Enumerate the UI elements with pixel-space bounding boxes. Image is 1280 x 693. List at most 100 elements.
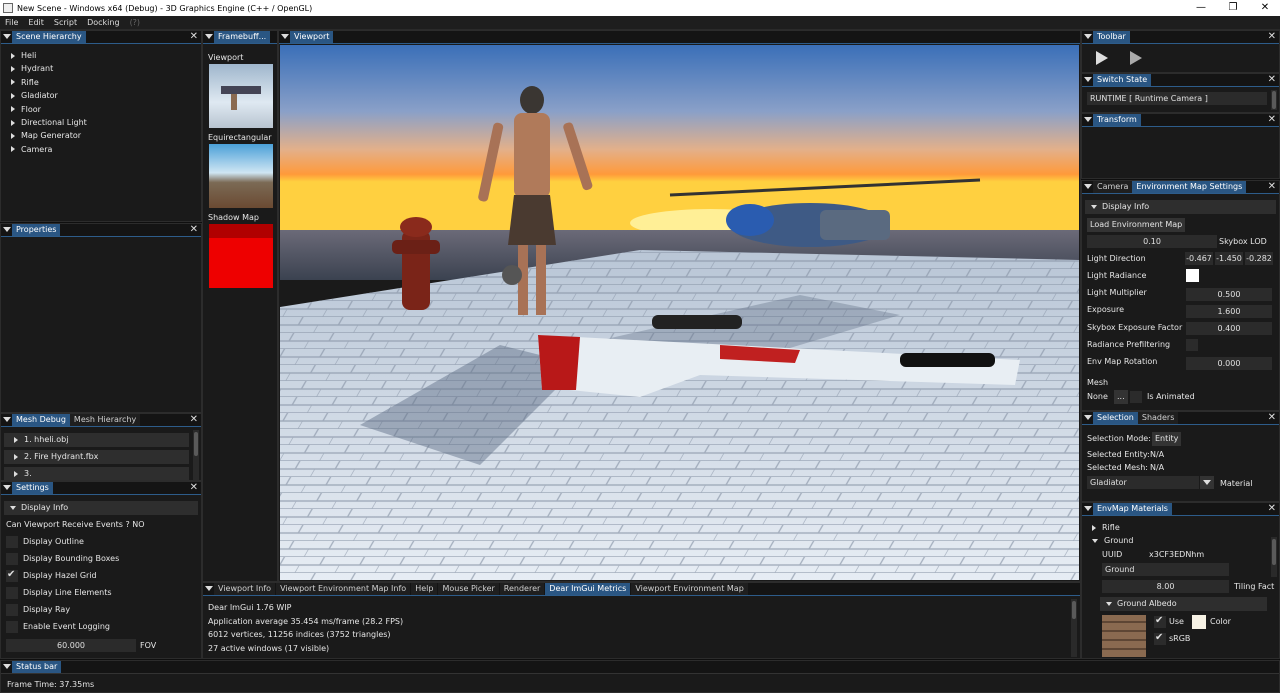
env-map-rotation-input[interactable]: 0.000 xyxy=(1186,357,1272,370)
tab-camera[interactable]: Camera xyxy=(1093,181,1133,193)
window-menu-icon[interactable] xyxy=(1,414,12,426)
scene-item-map-generator[interactable]: Map Generator xyxy=(1,129,201,142)
window-menu-icon[interactable] xyxy=(1082,31,1093,43)
display-outline-checkbox[interactable] xyxy=(6,536,18,548)
scene-item-heli[interactable]: Heli xyxy=(1,49,201,62)
tab-toolbar[interactable]: Toolbar xyxy=(1093,31,1130,43)
mesh-item-2[interactable]: 2. Fire Hydrant.fbx xyxy=(4,450,189,464)
close-icon[interactable]: ✕ xyxy=(1268,181,1276,193)
albedo-color-swatch[interactable] xyxy=(1192,615,1206,629)
tab-env-map-settings[interactable]: Environment Map Settings xyxy=(1132,181,1247,193)
mesh-item-3[interactable]: 3. uploads_files_1980630_F4r3l_Sci_Fi_Ri… xyxy=(4,467,189,480)
tab-dear-imgui-metrics[interactable]: Dear ImGui Metrics xyxy=(545,583,631,595)
display-ray-checkbox[interactable] xyxy=(6,604,18,616)
close-icon[interactable]: ✕ xyxy=(1268,31,1276,43)
scene-item-gladiator[interactable]: Gladiator xyxy=(1,89,201,102)
window-menu-icon[interactable] xyxy=(1,661,12,673)
metrics-scrollbar[interactable] xyxy=(1071,599,1077,657)
tiling-factor-input[interactable]: 8.00 xyxy=(1102,580,1229,593)
tab-transform[interactable]: Transform xyxy=(1093,114,1141,126)
is-animated-checkbox[interactable] xyxy=(1130,391,1142,403)
light-direction-x[interactable]: -0.467 xyxy=(1185,252,1213,265)
scene-item-camera[interactable]: Camera xyxy=(1,143,201,156)
close-icon[interactable]: ✕ xyxy=(1268,412,1276,424)
tab-renderer[interactable]: Renderer xyxy=(499,583,545,595)
runtime-state-select[interactable]: RUNTIME [ Runtime Camera ] xyxy=(1087,92,1267,105)
scene-item-hydrant[interactable]: Hydrant xyxy=(1,62,201,75)
expand-arrow-icon[interactable] xyxy=(11,92,15,99)
tab-envmap-materials[interactable]: EnvMap Materials xyxy=(1093,503,1172,515)
light-direction-y[interactable]: -1.450 xyxy=(1215,252,1243,265)
env-display-info-header[interactable]: Display Info xyxy=(1085,200,1276,214)
tab-switch-state[interactable]: Switch State xyxy=(1093,74,1152,86)
tab-help[interactable]: Help xyxy=(411,583,438,595)
enable-event-logging-checkbox[interactable] xyxy=(6,621,18,633)
mesh-browse-button[interactable]: ... xyxy=(1114,390,1128,404)
window-menu-icon[interactable] xyxy=(203,31,214,43)
tab-viewport-environment-map-info[interactable]: Viewport Environment Map Info xyxy=(276,583,411,595)
albedo-srgb-checkbox[interactable] xyxy=(1154,632,1166,645)
display-hazel-grid-checkbox[interactable] xyxy=(6,569,18,582)
window-menu-icon[interactable] xyxy=(1082,181,1093,193)
tab-shaders[interactable]: Shaders xyxy=(1137,412,1179,424)
window-menu-icon[interactable] xyxy=(1082,74,1093,86)
close-icon[interactable]: ✕ xyxy=(1268,74,1276,86)
albedo-texture-thumbnail[interactable] xyxy=(1102,615,1146,657)
expand-arrow-icon[interactable] xyxy=(11,132,15,139)
expand-arrow-icon[interactable] xyxy=(11,79,15,86)
fov-input[interactable]: 60.000 xyxy=(6,639,136,652)
menu-help-hint[interactable]: (?) xyxy=(125,18,146,27)
maximize-icon[interactable]: ❐ xyxy=(1218,0,1248,16)
mesh-item-1[interactable]: 1. hheli.obj xyxy=(4,433,189,447)
expand-arrow-icon[interactable] xyxy=(11,65,15,72)
tab-selection[interactable]: Selection xyxy=(1093,412,1138,424)
tab-mouse-picker[interactable]: Mouse Picker xyxy=(438,583,499,595)
material-tree-rifle[interactable]: Rifle xyxy=(1092,521,1120,534)
expand-arrow-icon[interactable] xyxy=(11,146,15,153)
display-bounding-boxes-checkbox[interactable] xyxy=(6,553,18,565)
display-line-elements-checkbox[interactable] xyxy=(6,587,18,599)
display-info-header[interactable]: Display Info xyxy=(4,501,198,515)
close-icon[interactable]: ✕ xyxy=(190,414,198,426)
window-menu-icon[interactable] xyxy=(1082,114,1093,126)
tab-viewport-info[interactable]: Viewport Info xyxy=(214,583,276,595)
play-icon[interactable] xyxy=(1096,51,1108,65)
scene-item-floor[interactable]: Floor xyxy=(1,103,201,116)
selection-mode-button[interactable]: Entity xyxy=(1152,432,1182,446)
tab-mesh-debug[interactable]: Mesh Debug xyxy=(12,414,70,426)
skybox-exposure-input[interactable]: 0.400 xyxy=(1186,322,1272,335)
window-menu-icon[interactable] xyxy=(1,224,12,236)
window-menu-icon[interactable] xyxy=(1,482,12,494)
light-direction-z[interactable]: -0.282 xyxy=(1245,252,1273,265)
tab-viewport[interactable]: Viewport xyxy=(290,31,334,43)
expand-arrow-icon[interactable] xyxy=(11,119,15,126)
skybox-lod-input[interactable]: 0.10 xyxy=(1087,235,1217,248)
tab-scene-hierarchy[interactable]: Scene Hierarchy xyxy=(12,31,86,43)
material-entity-select[interactable]: Gladiator xyxy=(1087,476,1199,489)
step-play-icon[interactable] xyxy=(1130,51,1142,65)
close-window-icon[interactable]: ✕ xyxy=(1250,0,1280,16)
tab-viewport-environment-map[interactable]: Viewport Environment Map xyxy=(631,583,748,595)
window-menu-icon[interactable] xyxy=(1,31,12,43)
mesh-scrollbar[interactable] xyxy=(193,430,199,480)
menu-script[interactable]: Script xyxy=(49,18,82,27)
minimize-icon[interactable]: — xyxy=(1186,0,1216,16)
albedo-use-checkbox[interactable] xyxy=(1154,615,1166,628)
tab-mesh-hierarchy[interactable]: Mesh Hierarchy xyxy=(69,414,141,426)
exposure-input[interactable]: 1.600 xyxy=(1186,305,1272,318)
tab-framebuffers[interactable]: Framebuff... xyxy=(214,31,271,43)
scene-item-directional-light[interactable]: Directional Light xyxy=(1,116,201,129)
window-menu-icon[interactable] xyxy=(279,31,290,43)
materials-scrollbar[interactable] xyxy=(1271,537,1277,577)
light-radiance-swatch[interactable] xyxy=(1186,269,1199,282)
close-icon[interactable]: ✕ xyxy=(1268,503,1276,515)
tab-properties[interactable]: Properties xyxy=(12,224,61,236)
tab-settings[interactable]: Settings xyxy=(12,482,53,494)
load-environment-map-button[interactable]: Load Environment Map xyxy=(1087,218,1186,232)
switch-scrollbar[interactable] xyxy=(1271,90,1277,110)
scene-item-rifle[interactable]: Rifle xyxy=(1,76,201,89)
menu-file[interactable]: File xyxy=(0,18,23,27)
menu-edit[interactable]: Edit xyxy=(23,18,49,27)
radiance-prefiltering-checkbox[interactable] xyxy=(1186,339,1198,351)
close-icon[interactable]: ✕ xyxy=(190,31,198,43)
